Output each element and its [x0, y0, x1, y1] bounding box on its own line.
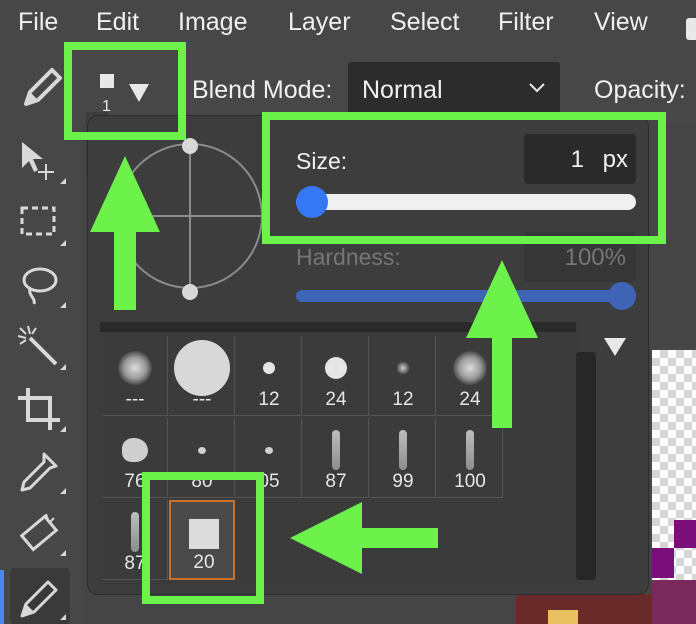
brush-preset-cell[interactable]: 24 — [303, 336, 369, 416]
active-tool-indicator — [0, 570, 4, 624]
blend-mode-select[interactable]: Normal — [348, 62, 560, 118]
menu-filter[interactable]: Filter — [498, 8, 554, 37]
brush-tip-shape — [466, 430, 474, 470]
brush-preset-size: 24 — [325, 389, 347, 410]
canvas-pixel — [548, 610, 578, 624]
hardness-slider-handle[interactable] — [608, 282, 636, 310]
brush-tip-shape — [198, 446, 206, 454]
hardness-label: Hardness: — [296, 244, 401, 270]
brush-preset-size: --- — [192, 389, 212, 410]
brush-preset-cell[interactable]: 99 — [370, 418, 436, 498]
brush-tip-shape — [131, 512, 139, 552]
annotation-highlight-preset-20 — [142, 472, 264, 604]
menu-select[interactable]: Select — [390, 8, 459, 37]
menu-edit[interactable]: Edit — [96, 8, 139, 37]
lasso-icon — [22, 267, 58, 305]
magic-wand-icon — [17, 325, 58, 366]
brush-tip-shape — [118, 351, 152, 385]
brush-preset-size: 99 — [392, 471, 414, 492]
pencil-icon — [20, 580, 58, 618]
brush-tip-shape — [122, 438, 148, 462]
eyedropper-icon — [20, 452, 58, 492]
menu-file[interactable]: File — [18, 8, 58, 37]
brush-preset-cell[interactable]: 12 — [370, 336, 436, 416]
grid-header-strip — [100, 322, 576, 332]
canvas-pixel — [652, 580, 696, 624]
menu-view[interactable]: View — [594, 8, 648, 37]
crop-tool[interactable] — [10, 380, 70, 436]
brush-preset-cell[interactable]: 24 — [437, 336, 503, 416]
pencil-tool[interactable] — [10, 568, 70, 624]
brush-tip-shape — [325, 357, 347, 379]
canvas-pixel — [652, 548, 674, 578]
brush-tip-shape — [399, 430, 407, 470]
menu-image[interactable]: Image — [178, 8, 247, 37]
brush-tip-shape — [453, 351, 487, 385]
marquee-icon — [20, 206, 56, 236]
hardness-value: 100% — [564, 244, 626, 271]
brush-preset-size: 12 — [392, 389, 414, 410]
blend-mode-label: Blend Mode: — [192, 76, 333, 104]
move-tool[interactable] — [10, 132, 70, 188]
brush-preset-size: 24 — [459, 389, 481, 410]
preset-scrollbar[interactable] — [576, 352, 596, 580]
move-icon — [22, 142, 54, 180]
blend-mode-value: Normal — [362, 76, 443, 104]
eraser-tool[interactable] — [10, 504, 70, 560]
canvas-pixel — [674, 520, 696, 548]
marquee-tool[interactable] — [10, 194, 70, 250]
magic-wand-tool[interactable] — [10, 318, 70, 374]
brush-preset-cell[interactable]: 100 — [437, 418, 503, 498]
lasso-tool[interactable] — [10, 256, 70, 312]
brush-tip-shape — [263, 362, 275, 374]
annotation-highlight-preset-button — [64, 42, 186, 140]
brush-tip-shape — [396, 361, 410, 375]
eyedropper-tool[interactable] — [10, 442, 70, 498]
canvas-pixel-strip — [516, 594, 652, 624]
brush-preset-size: 12 — [258, 389, 280, 410]
brush-tip-shape — [265, 446, 273, 454]
menu-overflow-edge — [686, 18, 696, 40]
hardness-slider[interactable] — [296, 290, 636, 302]
menu-layer[interactable]: Layer — [288, 8, 351, 37]
annotation-highlight-size — [262, 112, 666, 244]
brush-tip-shape — [332, 430, 340, 470]
chevron-down-icon — [529, 83, 545, 93]
crop-icon — [18, 388, 60, 430]
eraser-icon — [19, 513, 59, 552]
tool-bar — [0, 122, 82, 624]
preset-menu-caret-icon[interactable] — [602, 334, 628, 358]
brush-preset-size: 87 — [325, 471, 347, 492]
brush-preset-size: 100 — [454, 471, 486, 492]
brush-preset-cell[interactable]: 87 — [303, 418, 369, 498]
brush-preset-size: --- — [125, 389, 145, 410]
opacity-label: Opacity: — [594, 76, 686, 104]
brush-preset-cell[interactable]: --- — [169, 336, 235, 416]
brush-tip-shape — [174, 340, 230, 396]
brush-preset-cell[interactable]: 12 — [236, 336, 302, 416]
brush-preset-cell[interactable]: --- — [102, 336, 168, 416]
